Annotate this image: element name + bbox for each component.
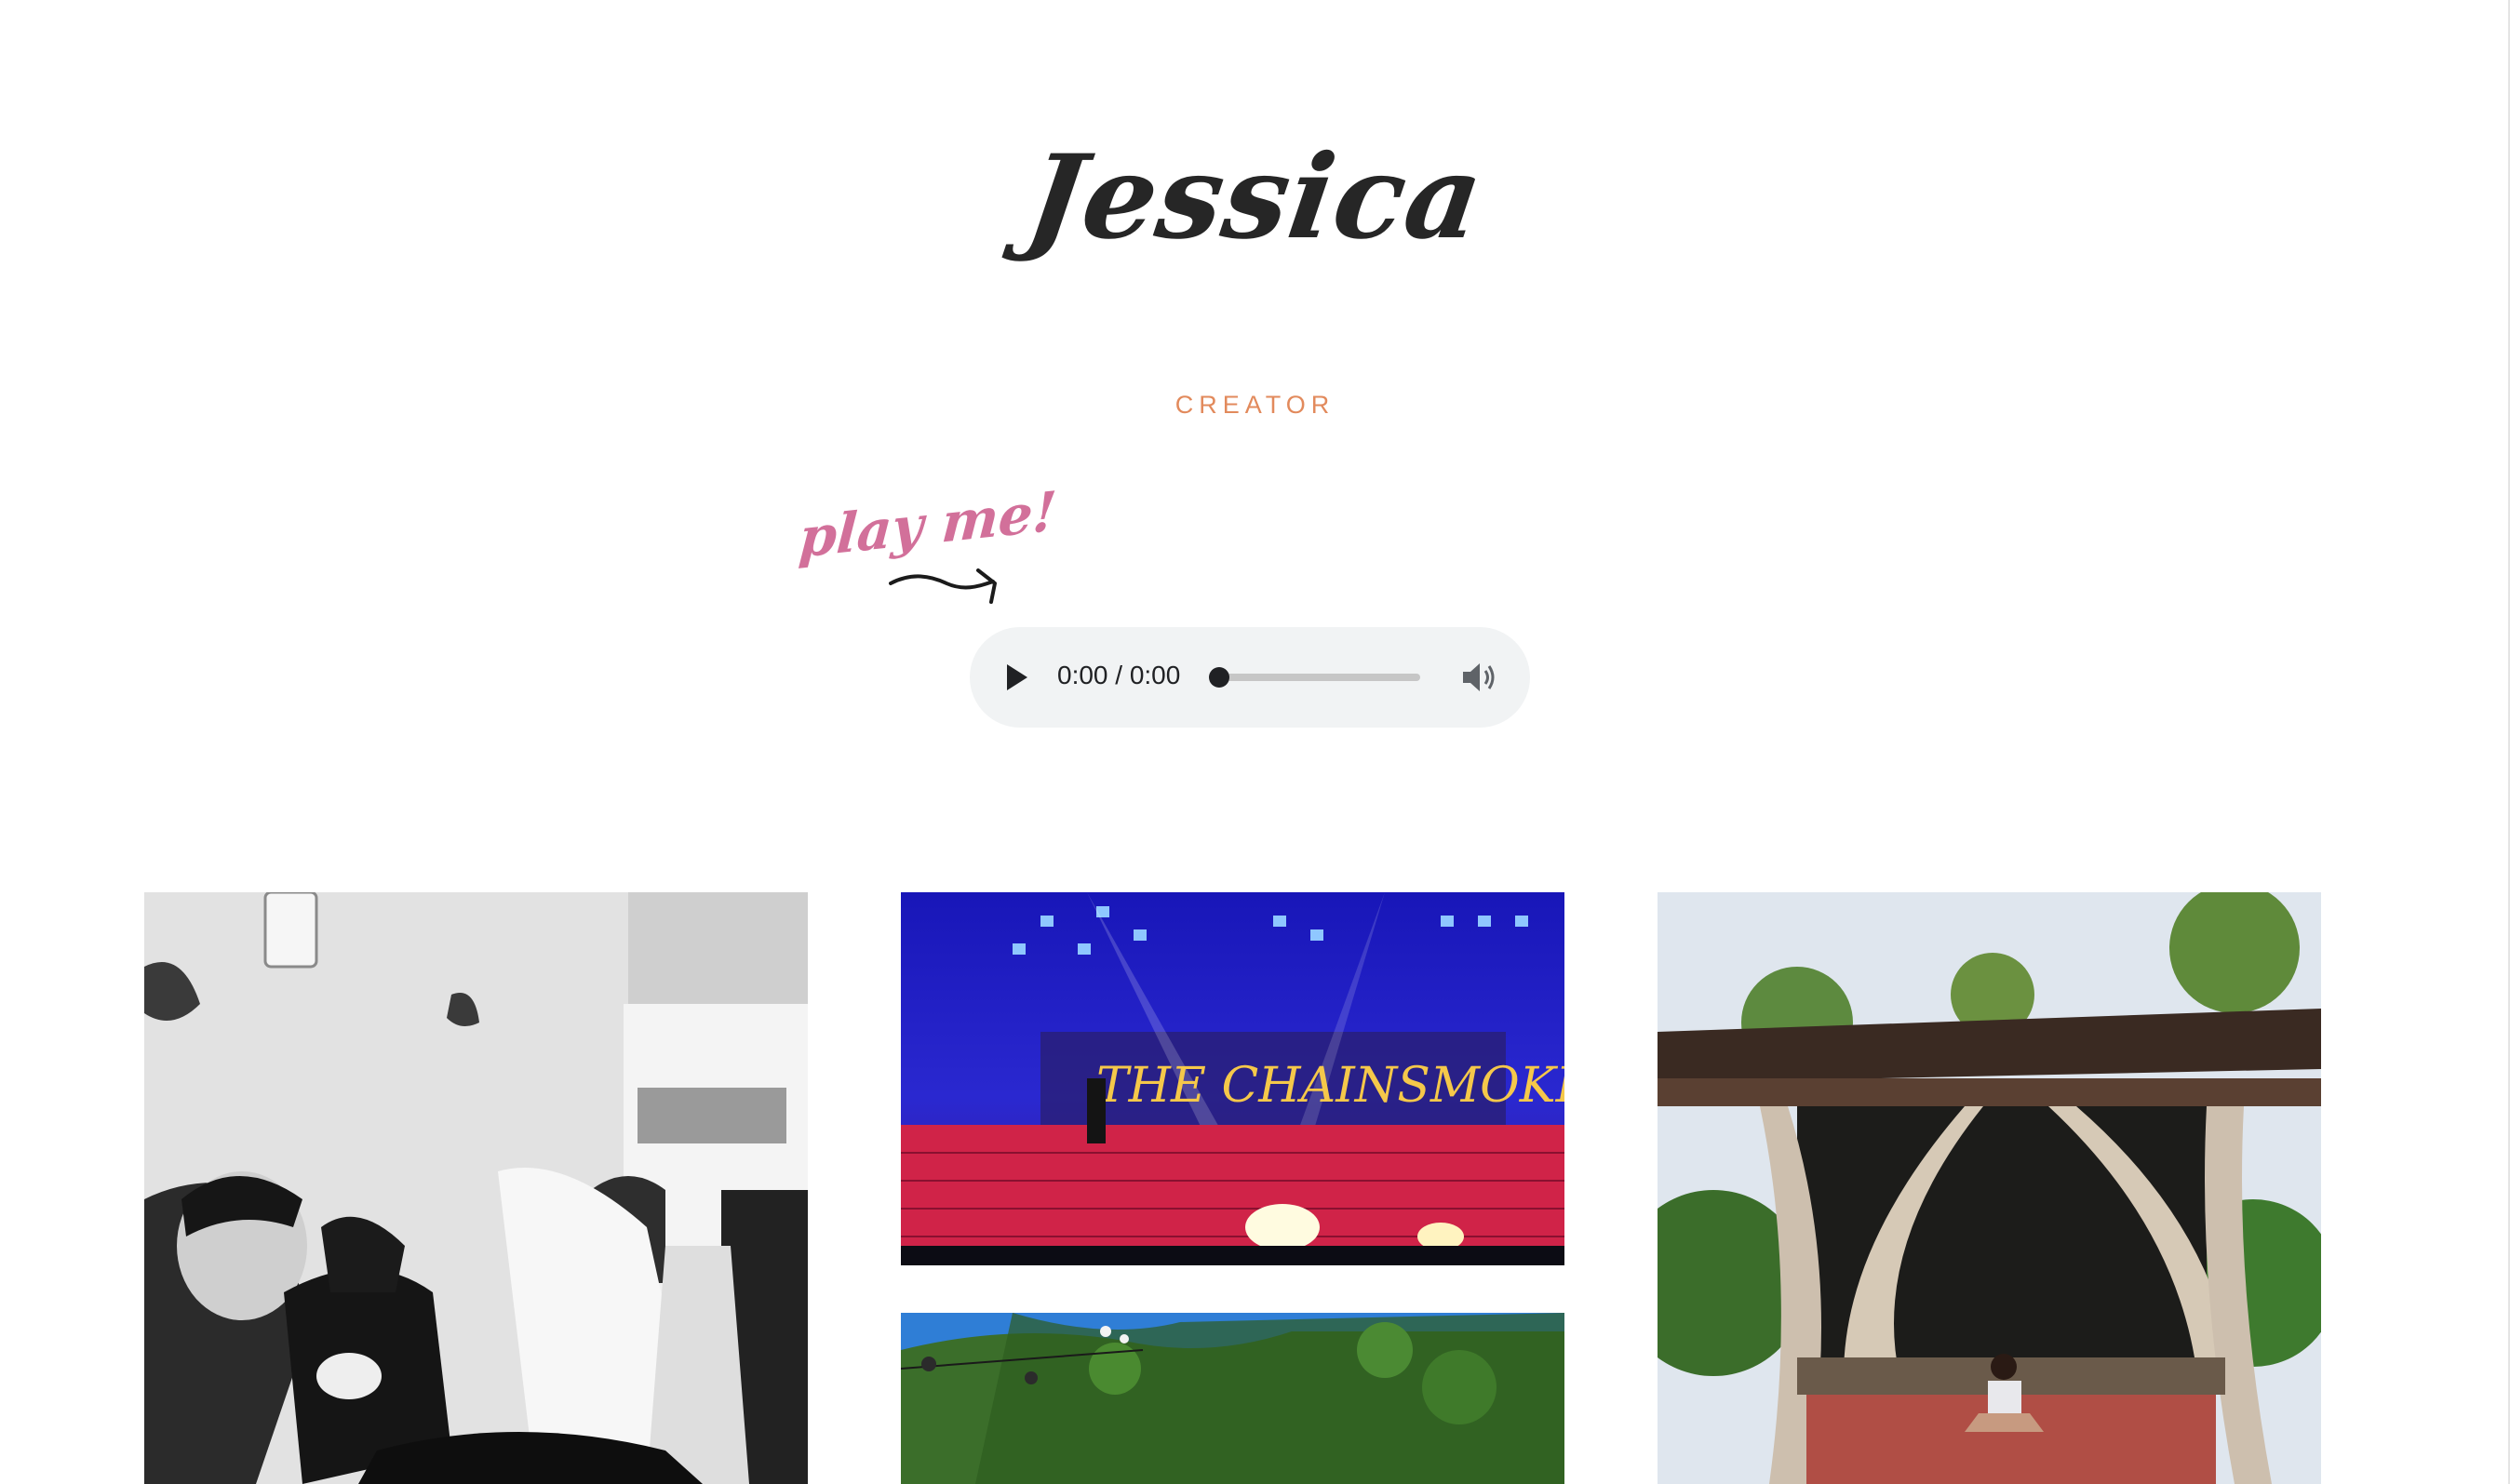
seek-bar[interactable] xyxy=(1214,674,1420,681)
site-title: Jessica xyxy=(1018,130,1492,265)
page: Jessica CREATOR play me! 0:00 / 0:00 THE… xyxy=(0,0,2510,1484)
gallery-photo[interactable] xyxy=(901,1313,1564,1484)
volume-icon[interactable] xyxy=(1461,661,1498,694)
site-subtitle: CREATOR xyxy=(1174,391,1336,419)
photo-concert: THE CHAINSMOKERS xyxy=(901,892,1564,1265)
time-display: 0:00 / 0:00 xyxy=(1057,661,1181,689)
photo-room-dog xyxy=(144,892,808,1484)
play-icon[interactable] xyxy=(1005,663,1029,691)
photo-trees xyxy=(901,1313,1564,1484)
seek-thumb[interactable] xyxy=(1209,667,1229,688)
gallery-photo[interactable] xyxy=(1658,892,2321,1484)
gallery-photo[interactable] xyxy=(144,892,808,1484)
audio-player: 0:00 / 0:00 xyxy=(970,627,1530,728)
photo-cabana xyxy=(1658,892,2321,1484)
gallery-photo[interactable]: THE CHAINSMOKERS xyxy=(901,892,1564,1265)
play-hint: play me! xyxy=(797,479,1059,570)
curved-arrow-icon xyxy=(889,568,997,604)
svg-text:THE CHAINSMOKERS: THE CHAINSMOKERS xyxy=(1096,1058,1564,1114)
